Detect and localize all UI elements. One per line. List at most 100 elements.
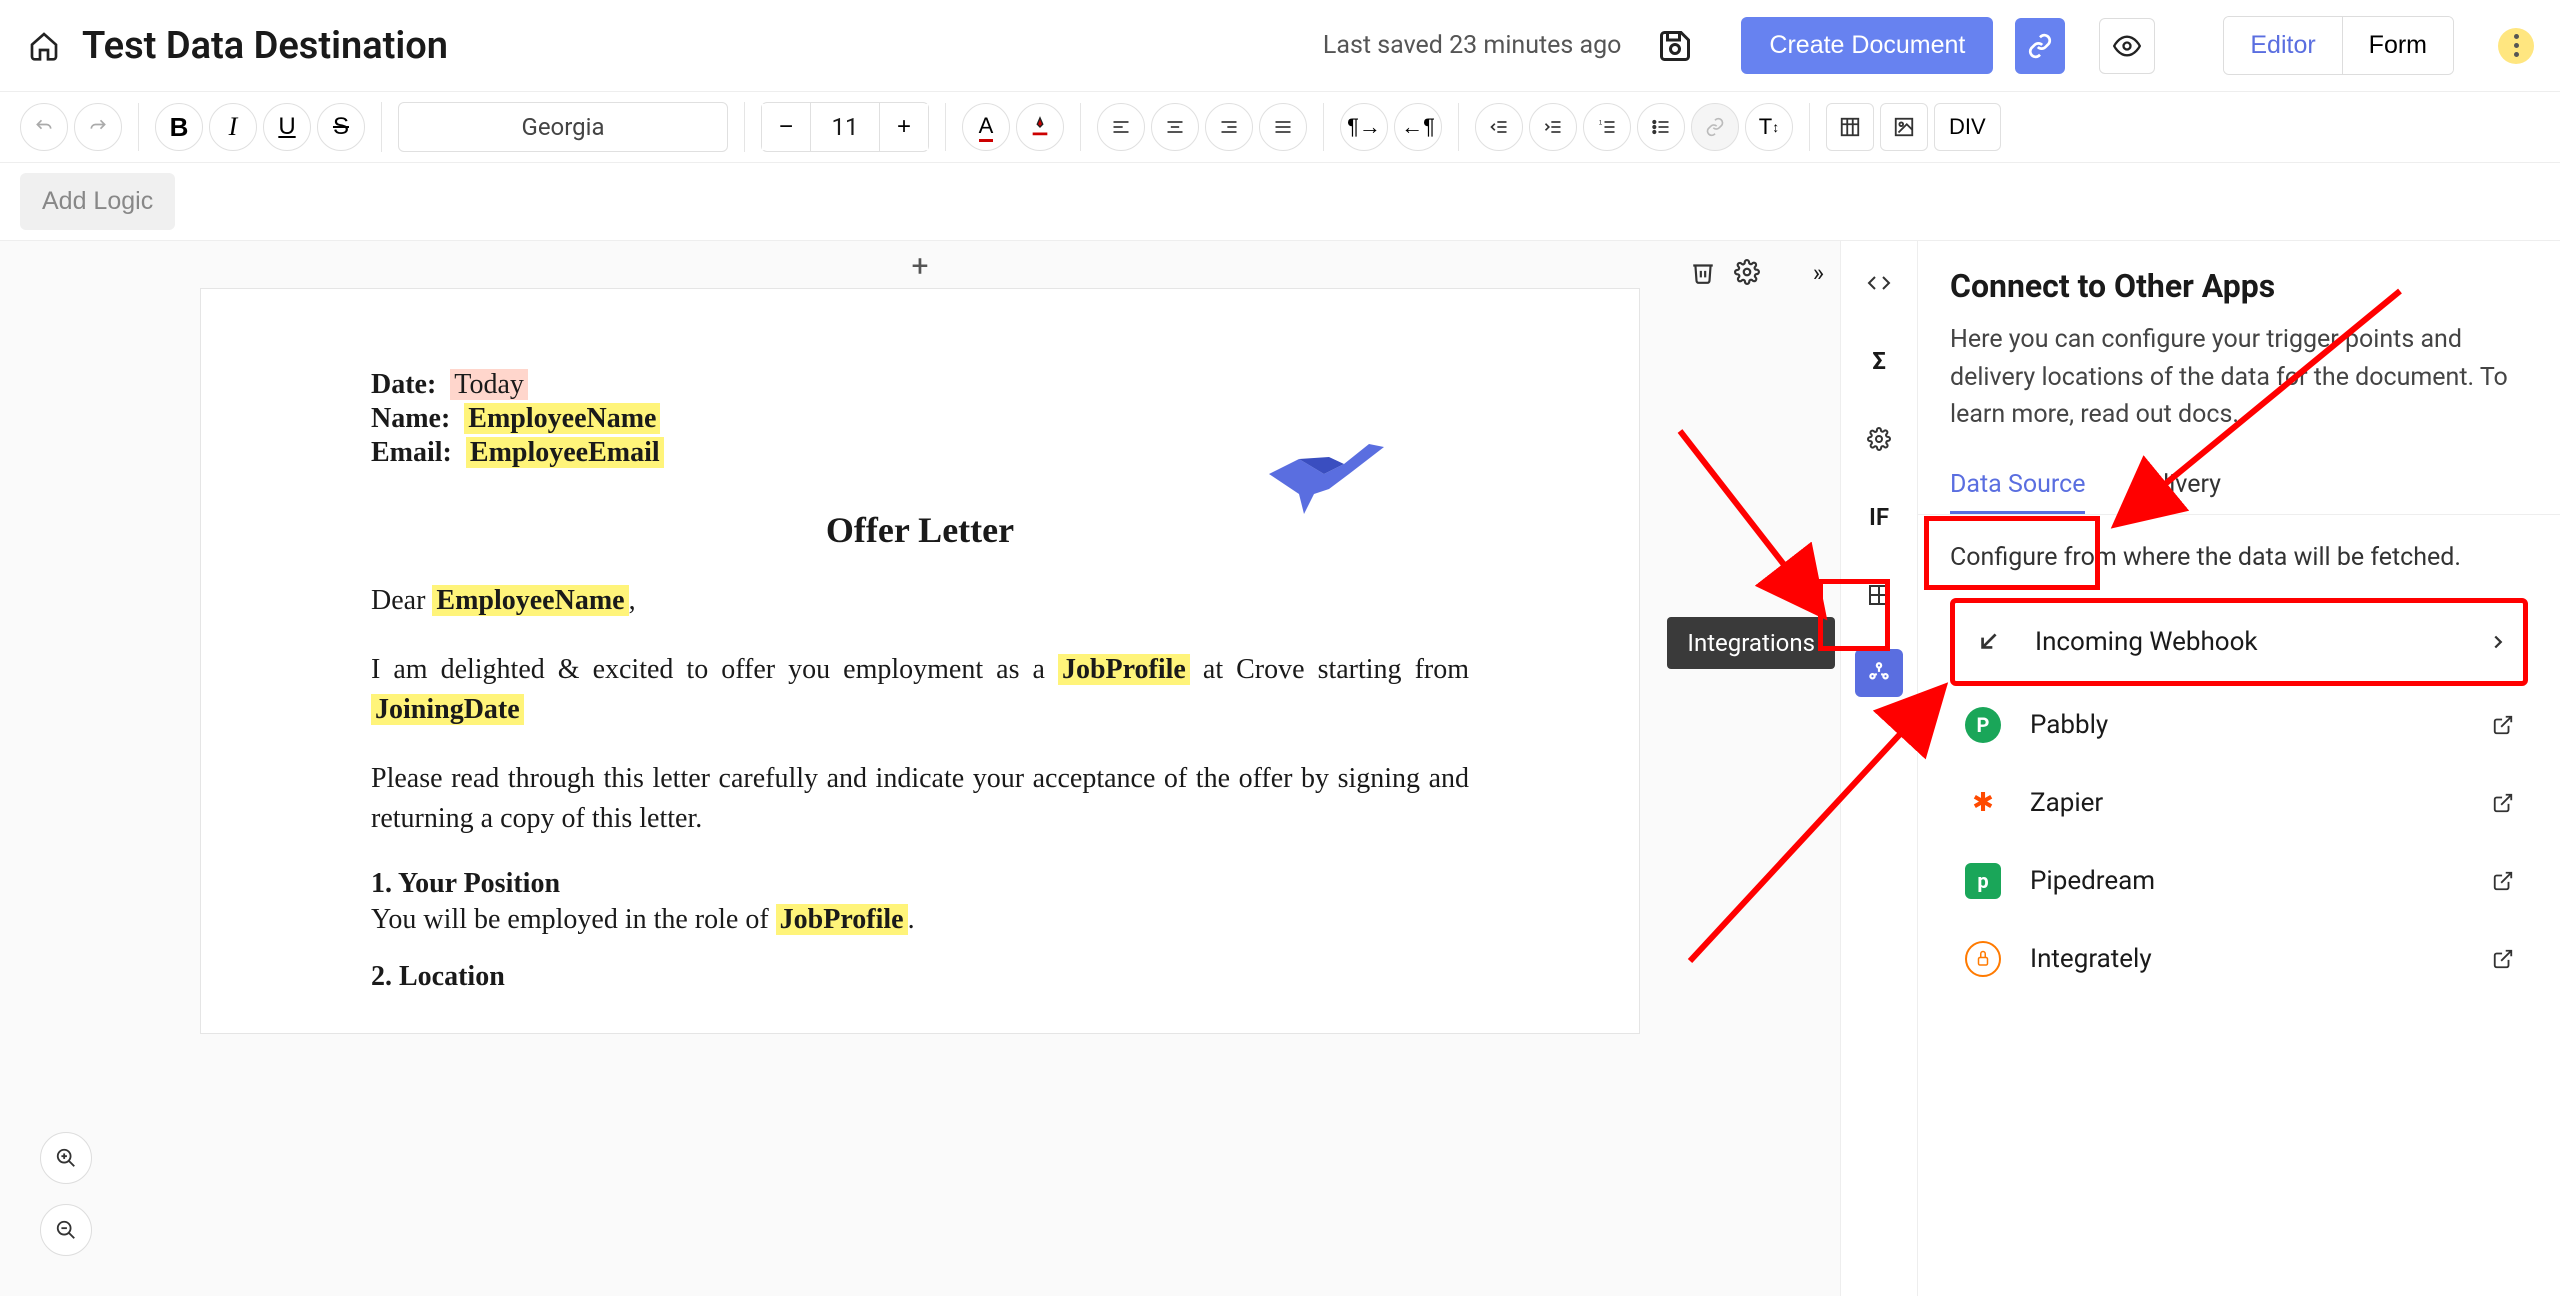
div-button[interactable]: DIV	[1934, 103, 2001, 151]
underline-button[interactable]: U	[263, 103, 311, 151]
image-button[interactable]	[1880, 103, 1928, 151]
doc-p1: I am delighted & excited to offer you em…	[371, 650, 1469, 731]
pabbly-icon: P	[1965, 707, 2001, 743]
side-rail: Σ IF Integrations	[1840, 241, 1918, 1296]
pipedream-icon: p	[1965, 863, 2001, 899]
source-pabbly[interactable]: P Pabbly	[1950, 686, 2528, 764]
zoom-controls	[40, 1132, 92, 1256]
ul-button[interactable]	[1637, 103, 1685, 151]
save-icon[interactable]	[1653, 24, 1697, 68]
rail-sigma-icon[interactable]: Σ	[1855, 337, 1903, 385]
home-icon[interactable]	[26, 28, 62, 64]
topbar: Test Data Destination Last saved 23 minu…	[0, 0, 2560, 91]
size-inc[interactable]: +	[880, 104, 928, 150]
field-date[interactable]: Today	[450, 369, 528, 400]
external-link-icon	[2492, 714, 2514, 736]
align-left-button[interactable]	[1097, 103, 1145, 151]
redo-button[interactable]	[74, 103, 122, 151]
external-link-icon	[2492, 948, 2514, 970]
source-incoming-webhook[interactable]: Incoming Webhook	[1950, 598, 2528, 686]
zoom-out-button[interactable]	[40, 1204, 92, 1256]
source-zapier[interactable]: ✱ Zapier	[1950, 764, 2528, 842]
align-center-button[interactable]	[1151, 103, 1199, 151]
logic-bar: Add Logic	[0, 163, 2560, 240]
page-title: Test Data Destination	[82, 24, 1303, 68]
external-link-icon	[2492, 870, 2514, 892]
rtl-button[interactable]: ←¶	[1394, 103, 1442, 151]
field-join[interactable]: JoiningDate	[371, 694, 524, 725]
italic-button[interactable]: I	[209, 103, 257, 151]
ltr-button[interactable]: ¶→	[1340, 103, 1388, 151]
link-button[interactable]	[2015, 18, 2065, 74]
hyperlink-button[interactable]	[1691, 103, 1739, 151]
integrations-panel: Connect to Other Apps Here you can confi…	[1918, 241, 2560, 1296]
canvas-tools	[1690, 259, 1760, 285]
bold-button[interactable]: B	[155, 103, 203, 151]
add-logic-button[interactable]: Add Logic	[20, 173, 175, 230]
arrow-in-icon	[1969, 623, 2007, 661]
integrately-icon	[1965, 941, 2001, 977]
font-select[interactable]: Georgia	[398, 102, 728, 152]
doc-p2: Please read through this letter carefull…	[371, 759, 1469, 840]
panel-title: Connect to Other Apps	[1950, 267, 2528, 305]
more-menu[interactable]	[2498, 28, 2534, 64]
integrations-tooltip: Integrations	[1667, 617, 1835, 669]
size-dec[interactable]: −	[762, 104, 810, 150]
create-document-button[interactable]: Create Document	[1741, 17, 1993, 74]
delete-icon[interactable]	[1690, 259, 1716, 285]
field-email[interactable]: EmployeeEmail	[466, 437, 664, 468]
rail-gear-icon[interactable]	[1855, 415, 1903, 463]
field-name-2[interactable]: EmployeeName	[432, 585, 628, 616]
rail-if-icon[interactable]: IF	[1855, 493, 1903, 541]
rail-integrations-icon[interactable]	[1855, 649, 1903, 697]
panel-subtext: Configure from where the data will be fe…	[1950, 543, 2528, 572]
add-block-button[interactable]: +	[911, 241, 928, 288]
doc-p3: You will be employed in the role of JobP…	[371, 900, 1469, 941]
settings-icon[interactable]	[1734, 259, 1760, 285]
document: Date: Today Name: EmployeeName Email: Em…	[200, 288, 1640, 1034]
strike-button[interactable]: S	[317, 103, 365, 151]
indent-inc-button[interactable]	[1529, 103, 1577, 151]
text-case-button[interactable]: T↕	[1745, 103, 1793, 151]
field-name[interactable]: EmployeeName	[464, 403, 660, 434]
format-toolbar: B I U S Georgia − 11 + A ¶→ ←¶	[0, 91, 2560, 163]
source-pipedream[interactable]: p Pipedream	[1950, 842, 2528, 920]
zoom-in-button[interactable]	[40, 1132, 92, 1184]
panel-tabs: Data Source Delivery	[1950, 458, 2528, 514]
highlight-button[interactable]	[1016, 103, 1064, 151]
source-label: Pipedream	[2030, 866, 2155, 896]
doc-date-row: Date: Today	[371, 369, 1469, 401]
tab-delivery[interactable]: Delivery	[2133, 458, 2221, 514]
panel-desc: Here you can configure your trigger poin…	[1950, 321, 2528, 434]
rail-table-icon[interactable]	[1855, 571, 1903, 619]
logo-bird-icon	[1249, 419, 1399, 519]
zapier-icon: ✱	[1964, 784, 2002, 822]
field-job-2[interactable]: JobProfile	[776, 904, 908, 935]
source-integrately[interactable]: Integrately	[1950, 920, 2528, 998]
canvas: + » Date: Today Name: EmployeeName Email…	[0, 241, 1840, 1296]
saved-status: Last saved 23 minutes ago	[1323, 31, 1622, 60]
doc-h2: 2. Location	[371, 961, 1469, 993]
app-root: Test Data Destination Last saved 23 minu…	[0, 0, 2560, 1296]
indent-dec-button[interactable]	[1475, 103, 1523, 151]
source-label: Integrately	[2030, 944, 2152, 974]
chevron-right-icon	[2487, 631, 2509, 653]
tab-form[interactable]: Form	[2342, 17, 2453, 74]
source-label: Zapier	[2030, 788, 2103, 818]
preview-button[interactable]	[2099, 18, 2155, 74]
svg-text:1: 1	[1599, 120, 1603, 127]
size-value[interactable]: 11	[810, 103, 880, 151]
table-button[interactable]	[1826, 103, 1874, 151]
tab-data-source[interactable]: Data Source	[1950, 458, 2085, 514]
rail-code-icon[interactable]	[1855, 259, 1903, 307]
align-right-button[interactable]	[1205, 103, 1253, 151]
tab-editor[interactable]: Editor	[2224, 17, 2341, 74]
external-link-icon	[2492, 792, 2514, 814]
doc-greeting: Dear EmployeeName,	[371, 581, 1469, 622]
undo-button[interactable]	[20, 103, 68, 151]
text-color-button[interactable]: A	[962, 103, 1010, 151]
ol-button[interactable]: 1	[1583, 103, 1631, 151]
collapse-icon[interactable]: »	[1813, 259, 1824, 287]
field-job[interactable]: JobProfile	[1058, 654, 1190, 685]
align-justify-button[interactable]	[1259, 103, 1307, 151]
